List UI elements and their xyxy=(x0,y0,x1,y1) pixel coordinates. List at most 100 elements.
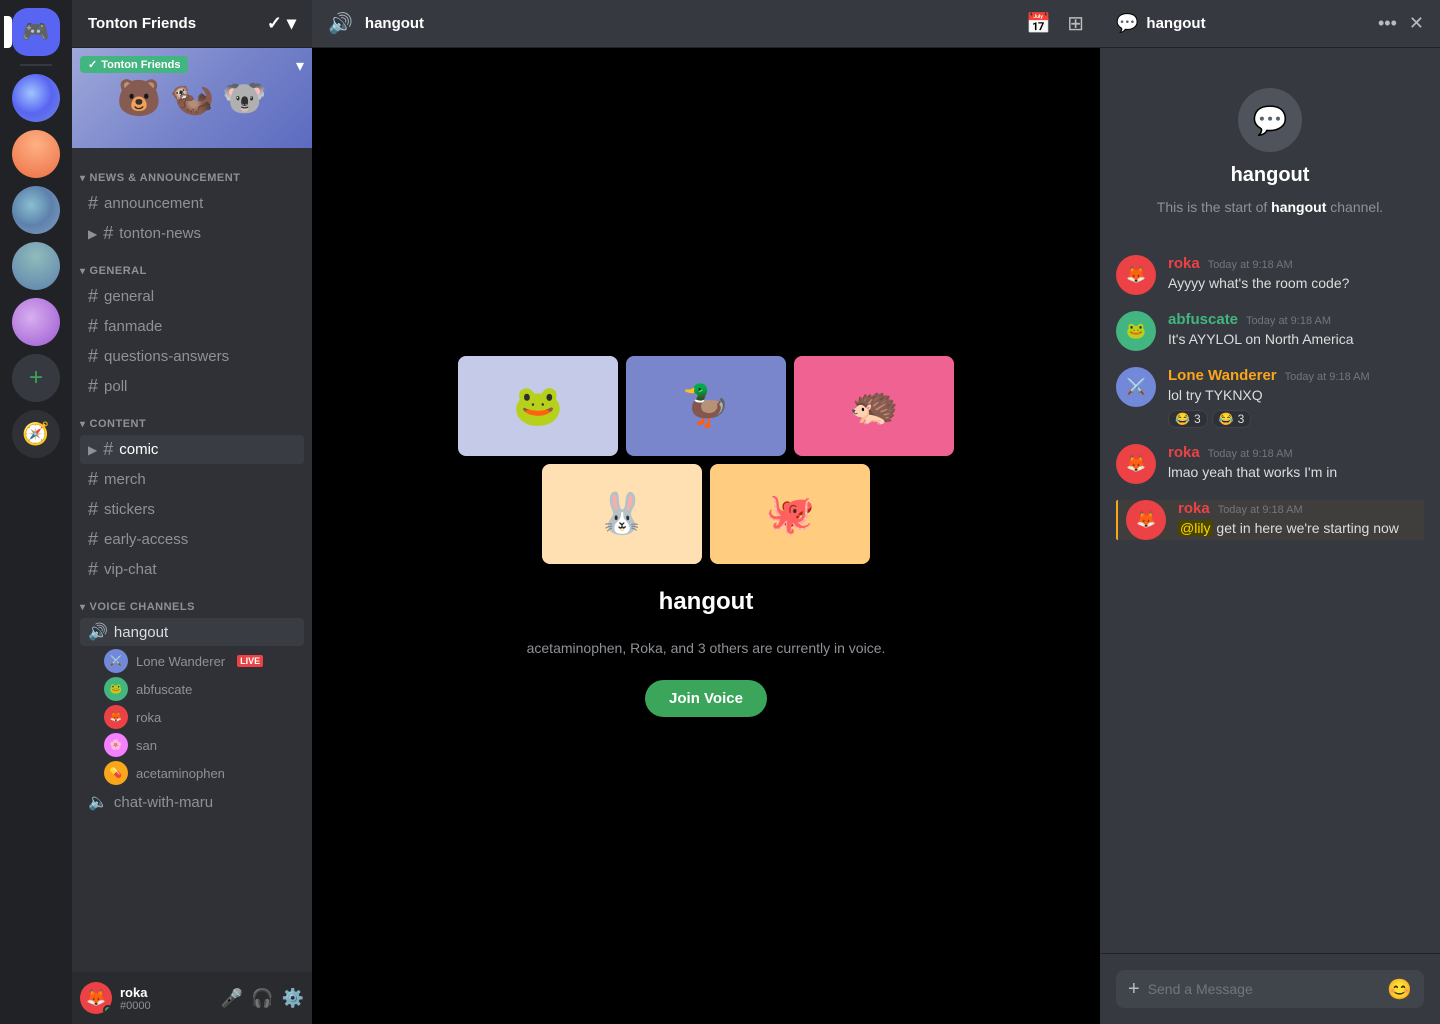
emoji-picker-icon[interactable]: 😊 xyxy=(1387,977,1412,1002)
voice-user-avatar: ⚔️ xyxy=(104,649,128,673)
reaction-1[interactable]: 😂 3 xyxy=(1168,410,1208,428)
channel-poll[interactable]: # poll xyxy=(80,372,304,401)
server-icon-3[interactable] xyxy=(12,186,60,234)
voice-user-avatar: 🐸 xyxy=(104,677,128,701)
right-panel-header: 💬 hangout ••• ✕ xyxy=(1100,0,1440,48)
message-input[interactable] xyxy=(1148,970,1379,1008)
hash-icon: # xyxy=(88,193,98,214)
voice-user-roka[interactable]: 🦊 roka xyxy=(72,703,312,731)
voice-user-lone-wanderer[interactable]: ⚔️ Lone Wanderer LIVE xyxy=(72,647,312,675)
tile-avatar: 🦔 xyxy=(849,382,899,429)
message-text: lol try TYKNXQ xyxy=(1168,386,1370,406)
channel-general[interactable]: # general xyxy=(80,282,304,311)
server-list: 🎮 + 🧭 xyxy=(0,0,72,1024)
panel-title: hangout xyxy=(1146,15,1370,32)
message-header: roka Today at 9:18 AM xyxy=(1168,255,1349,272)
hash-icon: # xyxy=(88,469,98,490)
channel-list: ▾ NEWS & ANNOUNCEMENT # announcement ▶ #… xyxy=(72,148,312,972)
headphone-icon[interactable]: 🎧 xyxy=(251,988,273,1009)
channel-comic[interactable]: ▶ # comic xyxy=(80,435,304,464)
voice-user-name: abfuscate xyxy=(136,682,192,697)
hash-icon: # xyxy=(88,376,98,397)
message-input-area: + 😊 xyxy=(1100,953,1440,1024)
message-time: Today at 9:18 AM xyxy=(1246,315,1331,327)
voice-user-abfuscate[interactable]: 🐸 abfuscate xyxy=(72,675,312,703)
mention: @lily xyxy=(1178,520,1213,536)
server-header[interactable]: Tonton Friends ✓ ▾ xyxy=(72,0,312,48)
hash-icon: # xyxy=(103,439,113,460)
message-header: roka Today at 9:18 AM xyxy=(1178,500,1399,517)
settings-icon[interactable]: ⚙️ xyxy=(282,988,304,1009)
microphone-icon[interactable]: 🎤 xyxy=(221,988,243,1009)
channel-merch[interactable]: # merch xyxy=(80,465,304,494)
message-author: roka xyxy=(1168,444,1200,461)
voice-content: 🐸 🦆 🦔 🐰 🐙 hangout acetaminophen, Roka, xyxy=(312,48,1100,1024)
hash-icon: # xyxy=(88,499,98,520)
message-text: @lily get in here we're starting now xyxy=(1178,519,1399,539)
server-icon-1[interactable] xyxy=(12,74,60,122)
category-content[interactable]: ▾ CONTENT xyxy=(72,402,312,434)
category-voice[interactable]: ▾ VOICE CHANNELS xyxy=(72,585,312,617)
channel-fanmade[interactable]: # fanmade xyxy=(80,312,304,341)
messages-area: 🦊 roka Today at 9:18 AM Ayyyy what's the… xyxy=(1100,239,1440,953)
user-tag: #0000 xyxy=(120,1000,213,1012)
channel-sidebar: Tonton Friends ✓ ▾ 🐻🦦🐨 ✓Tonton Friends ▾… xyxy=(72,0,312,1024)
reaction-2[interactable]: 😂 3 xyxy=(1212,410,1252,428)
server-icon-4[interactable] xyxy=(12,242,60,290)
join-voice-button[interactable]: Join Voice xyxy=(645,680,767,717)
channel-info-desc: This is the start of hangout channel. xyxy=(1157,199,1383,215)
category-arrow: ▾ xyxy=(80,419,86,430)
channel-vip-chat[interactable]: # vip-chat xyxy=(80,555,304,584)
main-content: 🔊 hangout 📅 ⊞ 🐸 🦆 🦔 🐰 xyxy=(312,0,1100,1024)
video-row-1: 🐸 🦆 🦔 xyxy=(458,356,954,456)
server-icon-discord[interactable]: 🎮 xyxy=(12,8,60,56)
voice-user-acetaminophen[interactable]: 💊 acetaminophen xyxy=(72,759,312,787)
reaction-count: 3 xyxy=(1194,412,1201,426)
channel-questions-answers[interactable]: # questions-answers xyxy=(80,342,304,371)
collapsed-arrow: ▶ xyxy=(88,227,97,241)
add-attachment-icon[interactable]: + xyxy=(1128,978,1140,1001)
channel-announcement[interactable]: # announcement xyxy=(80,189,304,218)
speaker-icon: 🔈 xyxy=(88,792,108,812)
category-arrow: ▾ xyxy=(80,173,86,184)
message-author: Lone Wanderer xyxy=(1168,367,1277,384)
server-icon-explore[interactable]: 🧭 xyxy=(12,410,60,458)
channel-name: comic xyxy=(119,441,158,458)
category-general[interactable]: ▾ GENERAL xyxy=(72,249,312,281)
banner-chevron[interactable]: ▾ xyxy=(296,56,304,76)
server-icon-2[interactable] xyxy=(12,130,60,178)
category-news[interactable]: ▾ NEWS & ANNOUNCEMENT xyxy=(72,156,312,188)
more-options-icon[interactable]: ••• xyxy=(1378,13,1397,34)
reaction-emoji: 😂 xyxy=(1219,412,1234,426)
channel-stickers[interactable]: # stickers xyxy=(80,495,304,524)
tile-avatar: 🐰 xyxy=(597,490,647,537)
channel-name: fanmade xyxy=(104,318,162,335)
grid-icon[interactable]: ⊞ xyxy=(1067,11,1084,36)
server-icon-5[interactable] xyxy=(12,298,60,346)
channel-tonton-news[interactable]: ▶ # tonton-news xyxy=(80,219,304,248)
calendar-icon[interactable]: 📅 xyxy=(1026,11,1051,36)
channel-early-access[interactable]: # early-access xyxy=(80,525,304,554)
close-icon[interactable]: ✕ xyxy=(1409,13,1424,34)
channel-info-name: hangout xyxy=(1231,164,1310,187)
add-server-button[interactable]: + xyxy=(12,354,60,402)
video-tile-4: 🐰 xyxy=(542,464,702,564)
message-time: Today at 9:18 AM xyxy=(1208,448,1293,460)
message-highlighted: 🦊 roka Today at 9:18 AM @lily get in her… xyxy=(1116,500,1424,540)
channel-name: questions-answers xyxy=(104,348,229,365)
video-tile-5: 🐙 xyxy=(710,464,870,564)
panel-icons: ••• ✕ xyxy=(1378,13,1424,34)
hash-icon: # xyxy=(88,286,98,307)
voice-user-avatar: 💊 xyxy=(104,761,128,785)
voice-channel-chat-with-maru[interactable]: 🔈 chat-with-maru xyxy=(80,788,304,816)
voice-user-san[interactable]: 🌸 san xyxy=(72,731,312,759)
channel-name: stickers xyxy=(104,501,155,518)
message: 🦊 roka Today at 9:18 AM lmao yeah that w… xyxy=(1116,444,1424,484)
vc-subtitle: acetaminophen, Roka, and 3 others are cu… xyxy=(527,640,886,656)
message: 🦊 roka Today at 9:18 AM Ayyyy what's the… xyxy=(1116,255,1424,295)
voice-channel-hangout[interactable]: 🔊 hangout xyxy=(80,618,304,646)
message-avatar: ⚔️ xyxy=(1116,367,1156,407)
channel-name: merch xyxy=(104,471,146,488)
message-text: It's AYYLOL on North America xyxy=(1168,330,1354,350)
channel-name: general xyxy=(104,288,154,305)
